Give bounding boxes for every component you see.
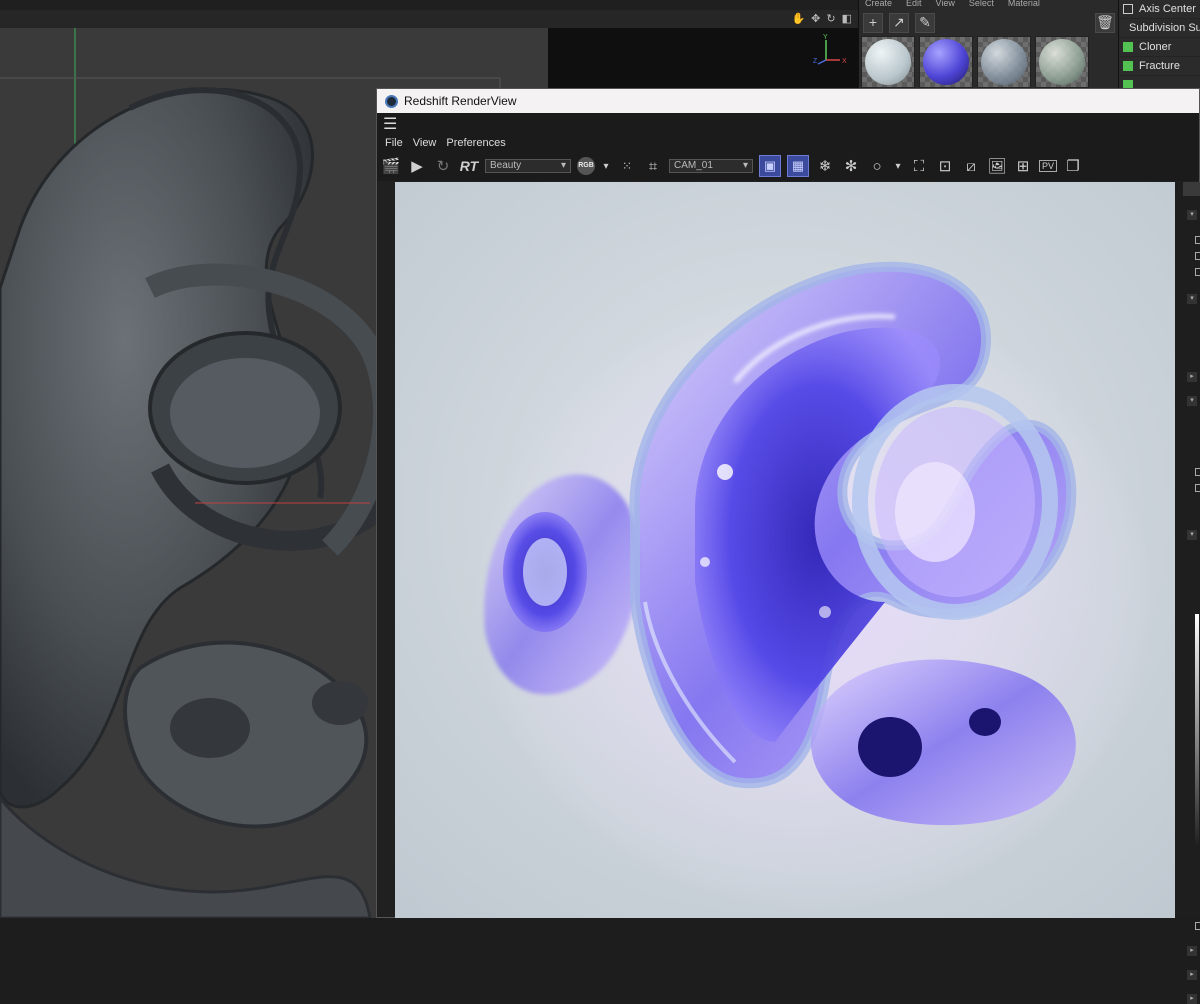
object-manager: Axis Center Subdivision Su Cloner Fractu… <box>1118 0 1200 90</box>
menu-preferences[interactable]: Preferences <box>446 137 505 149</box>
material-manager: Create Edit View Select Material + ↗ ✎ 🗑 <box>858 0 1119 90</box>
aov-select-value: Beauty <box>490 160 522 171</box>
renderview-titlebar[interactable]: Redshift RenderView <box>377 89 1199 113</box>
camera-select[interactable]: CAM_01 ▾ <box>669 159 753 173</box>
renderview-window[interactable]: Redshift RenderView ☰ File View Preferen… <box>376 88 1200 1004</box>
picker-icon[interactable]: ✎ <box>915 13 935 33</box>
clapboard-icon[interactable]: 🎬 <box>381 157 401 175</box>
rt-toggle[interactable]: RT <box>459 158 479 174</box>
checkbox[interactable] <box>1195 468 1200 476</box>
focus-icon[interactable]: ⛶ <box>909 158 929 175</box>
material-menu: Create Edit View Select Material <box>859 0 1119 10</box>
expand-arrow-icon[interactable]: ▾ <box>1187 396 1197 406</box>
play-render-icon[interactable]: ▶ <box>407 157 427 175</box>
chevron-down-icon: ▾ <box>742 160 748 171</box>
rotate-icon[interactable]: ↻ <box>826 12 835 25</box>
checkbox[interactable] <box>1195 236 1200 244</box>
material-menu-item[interactable]: Create <box>865 0 892 10</box>
expand-arrow-icon[interactable]: ▾ <box>1187 294 1197 304</box>
svg-text:Y: Y <box>823 34 828 41</box>
snowflake-alt-icon[interactable]: ✻ <box>841 157 861 175</box>
exposure-slider[interactable] <box>1195 614 1199 844</box>
checkbox[interactable] <box>1195 484 1200 492</box>
crop-icon[interactable]: ⌗ <box>643 158 663 175</box>
cloner-icon <box>1123 42 1133 52</box>
chevron-down-icon[interactable]: ▾ <box>601 161 611 172</box>
viewport-nav-tools: ✋ ✥ ↻ ◧ <box>791 12 852 25</box>
bucket-render-icon[interactable]: ▣ <box>759 155 781 177</box>
plus-icon[interactable]: + <box>863 13 883 33</box>
maximize-view-icon[interactable]: ◧ <box>842 12 852 25</box>
snowflake-icon[interactable]: ❄ <box>815 157 835 175</box>
move-icon[interactable]: ✥ <box>811 12 820 25</box>
svg-text:Z: Z <box>813 58 818 65</box>
object-label: Fracture <box>1139 60 1180 72</box>
expand-arrow-icon[interactable]: ▸ <box>1187 946 1197 956</box>
panel-tab[interactable] <box>1183 182 1200 196</box>
copy-icon[interactable]: ❐ <box>1063 157 1083 175</box>
object-label: Cloner <box>1139 41 1172 53</box>
render-image <box>395 182 1175 918</box>
expand-arrow-icon[interactable]: ▸ <box>1187 372 1197 382</box>
grid-dots-icon[interactable]: ⁙ <box>617 159 637 173</box>
hamburger-menu-icon[interactable]: ☰ <box>377 113 1199 135</box>
render-output-image[interactable] <box>395 182 1175 918</box>
trash-icon[interactable]: 🗑 <box>1095 13 1115 33</box>
viewport-toolbar: ✋ ✥ ↻ ◧ <box>0 10 860 28</box>
object-row-fracture[interactable]: Fracture <box>1119 57 1200 76</box>
viewport-top-strip <box>0 0 860 10</box>
rgb-channel-button[interactable]: RGB <box>577 157 595 175</box>
fracture-icon <box>1123 61 1133 71</box>
material-menu-item[interactable]: View <box>936 0 955 10</box>
object-row-subdivision[interactable]: Subdivision Su <box>1119 19 1200 38</box>
object-row-axis-center[interactable]: Axis Center <box>1119 0 1200 19</box>
material-swatch[interactable] <box>1035 36 1089 88</box>
add-snapshot-icon[interactable]: ⊞ <box>1013 157 1033 175</box>
material-swatches <box>859 36 1119 88</box>
window-title: Redshift RenderView <box>404 94 517 108</box>
expand-arrow-icon[interactable]: ▸ <box>1187 994 1197 1004</box>
material-toolbar: + ↗ ✎ 🗑 <box>859 10 1119 36</box>
axis-center-icon <box>1123 4 1133 14</box>
chevron-down-icon: ▾ <box>560 160 566 171</box>
checkbox[interactable] <box>1195 922 1200 930</box>
pv-button[interactable]: PV <box>1039 160 1058 172</box>
material-swatch[interactable] <box>861 36 915 88</box>
camera-select-value: CAM_01 <box>674 160 713 171</box>
expand-arrow-icon[interactable]: ▾ <box>1187 530 1197 540</box>
material-swatch[interactable] <box>919 36 973 88</box>
checkbox[interactable] <box>1195 252 1200 260</box>
object-label: Axis Center <box>1139 3 1196 15</box>
pan-hand-icon[interactable]: ✋ <box>791 12 805 25</box>
material-menu-item[interactable]: Edit <box>906 0 922 10</box>
menu-file[interactable]: File <box>385 137 403 149</box>
compare-icon[interactable]: ⧄ <box>961 158 981 175</box>
menu-view[interactable]: View <box>413 137 437 149</box>
region-icon[interactable]: ⊡ <box>935 157 955 175</box>
circle-icon[interactable]: ○ <box>867 158 887 175</box>
image-icon[interactable]: 🖼 <box>987 157 1007 175</box>
aov-select[interactable]: Beauty ▾ <box>485 159 571 173</box>
viewport-camera-preview: Y X Z <box>548 28 860 90</box>
arrow-icon[interactable]: ↗ <box>889 13 909 33</box>
redshift-logo-icon <box>385 94 398 108</box>
renderview-side-panel: ▾ ▾ ▸ ▾ ▾ ▸ ▸ ▸ <box>1175 182 1200 1004</box>
expand-arrow-icon[interactable]: ▸ <box>1187 970 1197 980</box>
material-menu-item[interactable]: Select <box>969 0 994 10</box>
refresh-icon[interactable]: ↻ <box>433 157 453 175</box>
material-swatch[interactable] <box>977 36 1031 88</box>
chevron-down-icon[interactable]: ▾ <box>893 161 903 172</box>
expand-arrow-icon[interactable]: ▾ <box>1187 210 1197 220</box>
renderview-menubar: File View Preferences <box>377 135 1199 151</box>
axis-gizmo-icon: Y X Z <box>813 34 847 65</box>
tiles-icon[interactable]: ▦ <box>787 155 809 177</box>
renderview-toolbar: 🎬 ▶ ↻ RT Beauty ▾ RGB ▾ ⁙ ⌗ CAM_01 ▾ ▣ ▦… <box>377 151 1199 181</box>
checkbox[interactable] <box>1195 268 1200 276</box>
svg-text:X: X <box>842 58 847 65</box>
material-menu-item[interactable]: Material <box>1008 0 1040 10</box>
object-row-cloner[interactable]: Cloner <box>1119 38 1200 57</box>
object-label: Subdivision Su <box>1129 22 1200 34</box>
